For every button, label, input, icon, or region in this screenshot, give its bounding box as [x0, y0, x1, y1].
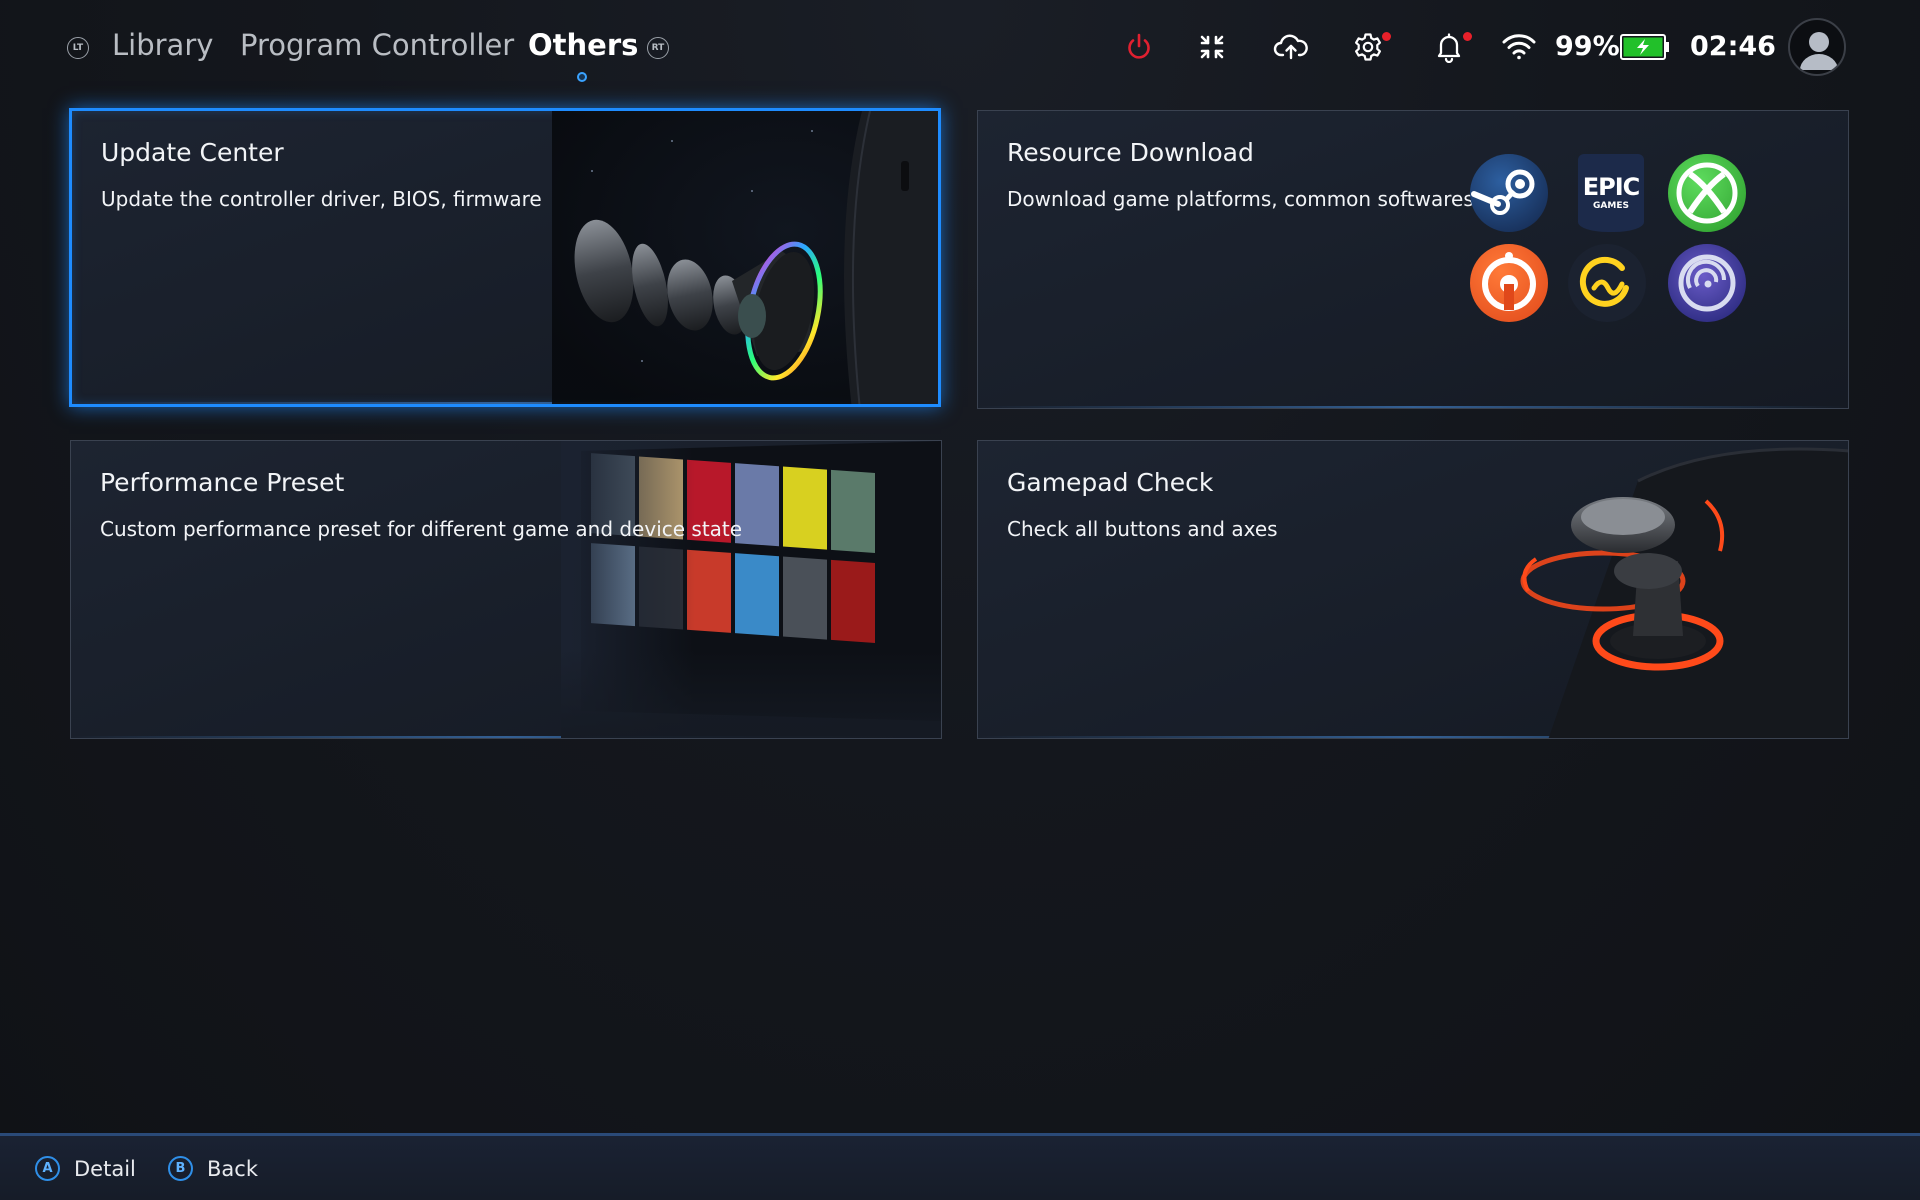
avatar-icon[interactable] — [1788, 18, 1846, 76]
battery-charging-icon — [1620, 34, 1670, 60]
lt-button-badge[interactable]: LT — [67, 37, 89, 59]
joystick-test-art — [1458, 441, 1848, 738]
top-bar: LT Library Program Controller Others RT — [0, 0, 1920, 100]
a-button-icon: A — [35, 1156, 60, 1181]
tab-program-controller[interactable]: Program Controller — [240, 28, 514, 62]
game-library-collage-art — [561, 441, 941, 738]
gear-icon[interactable] — [1351, 30, 1385, 64]
card-title: Performance Preset — [100, 468, 345, 497]
hint-label: Back — [207, 1156, 258, 1181]
notification-dot — [1463, 32, 1472, 41]
epic-logo-subtext: GAMES — [1593, 201, 1629, 211]
wifi-icon[interactable] — [1499, 30, 1539, 64]
epic-games-icon[interactable]: EPIC GAMES — [1578, 154, 1644, 232]
card-title: Update Center — [101, 138, 284, 167]
clock-time: 02:46 — [1690, 31, 1776, 62]
bell-icon[interactable] — [1432, 30, 1466, 64]
power-icon[interactable] — [1122, 30, 1156, 64]
cloud-upload-icon[interactable] — [1271, 30, 1311, 64]
card-title: Gamepad Check — [1007, 468, 1214, 497]
fullscreen-exit-icon[interactable] — [1195, 30, 1229, 64]
rt-button-badge[interactable]: RT — [647, 37, 669, 59]
card-description: Update the controller driver, BIOS, firm… — [101, 187, 542, 211]
origin-icon[interactable] — [1470, 244, 1548, 322]
epic-logo-text: EPIC — [1582, 173, 1641, 201]
hint-detail[interactable]: A Detail — [35, 1156, 136, 1181]
gog-galaxy-icon[interactable] — [1568, 244, 1646, 322]
b-button-icon: B — [168, 1156, 193, 1181]
card-description: Custom performance preset for different … — [100, 517, 743, 541]
steam-icon[interactable] — [1470, 154, 1548, 232]
card-title: Resource Download — [1007, 138, 1254, 167]
card-performance-preset[interactable]: Performance Preset Custom performance pr… — [70, 440, 942, 739]
hint-label: Detail — [74, 1156, 136, 1181]
ubisoft-icon[interactable] — [1668, 244, 1746, 322]
card-gamepad-check[interactable]: Gamepad Check Check all buttons and axes — [977, 440, 1849, 739]
tab-others[interactable]: Others — [528, 28, 638, 62]
battery-percentage: 99% — [1555, 31, 1620, 62]
hint-back[interactable]: B Back — [168, 1156, 258, 1181]
active-tab-indicator — [577, 72, 587, 82]
card-update-center[interactable]: Update Center Update the controller driv… — [69, 108, 941, 407]
card-description: Download game platforms, common software… — [1007, 187, 1474, 211]
controller-joystick-art — [552, 111, 938, 404]
xbox-icon[interactable] — [1668, 154, 1746, 232]
settings-notification-dot — [1382, 32, 1391, 41]
card-resource-download[interactable]: Resource Download Download game platform… — [977, 110, 1849, 409]
bottom-hint-bar: A Detail B Back — [0, 1133, 1920, 1200]
tab-library[interactable]: Library — [112, 28, 213, 62]
card-description: Check all buttons and axes — [1007, 517, 1278, 541]
